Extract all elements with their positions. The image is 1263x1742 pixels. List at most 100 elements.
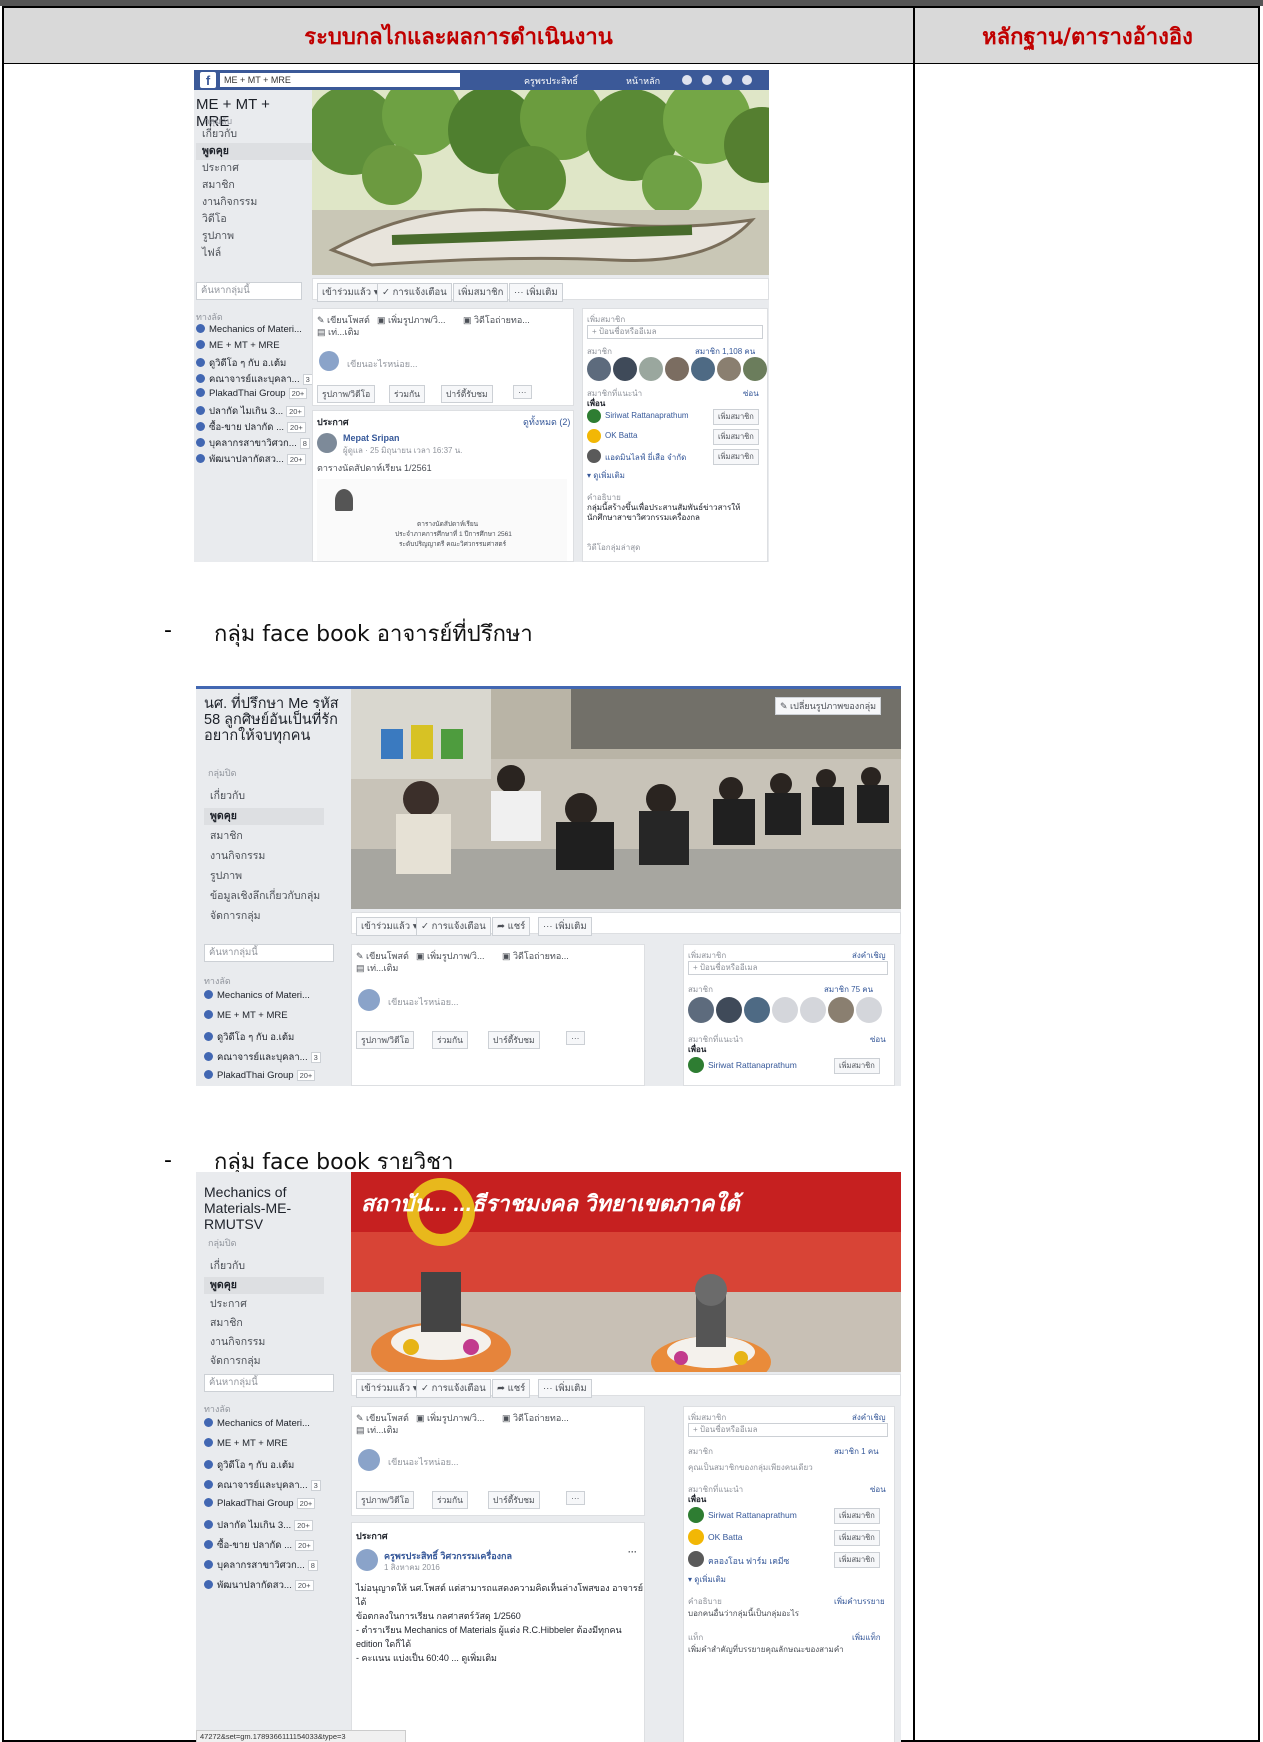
nav-item[interactable]: พูดคุย — [196, 143, 316, 160]
composer-input[interactable]: เขียนอะไรหน่อย... — [388, 1455, 459, 1469]
shortcut-item[interactable]: ดูวิดีโอ ๆ กับ อ.เต้ม — [196, 356, 286, 371]
joined-button[interactable]: เข้าร่วมแล้ว ▾ — [356, 1379, 423, 1398]
nav-item[interactable]: ประกาศ — [204, 1296, 324, 1313]
add-photo-tab[interactable]: ▣ เพิ่มรูปภาพ/วิ... — [416, 949, 484, 963]
see-more-link[interactable]: ▾ ดูเพิ่มเติม — [587, 469, 625, 482]
nav-item[interactable]: งานกิจกรรม — [204, 848, 324, 865]
more-tab[interactable]: ▤ เท่...เติม — [356, 1423, 398, 1437]
see-more-link[interactable]: ▾ ดูเพิ่มเติม — [688, 1573, 726, 1586]
member-avatar[interactable] — [744, 997, 770, 1023]
change-cover-button[interactable]: ✎ เปลี่ยนรูปภาพของกลุ่ม — [775, 697, 882, 715]
share-button[interactable]: ➦ แชร์ — [492, 1379, 531, 1398]
facebook-logo-icon[interactable]: f — [200, 72, 216, 88]
suggest-name[interactable]: OK Batta — [605, 431, 637, 440]
nav-item[interactable]: สมาชิก — [204, 1315, 324, 1332]
nav-item[interactable]: พูดคุย — [204, 1277, 324, 1294]
shortcut-item[interactable]: ซื้อ-ขาย ปลากัด ... 20+ — [204, 1538, 314, 1553]
suggest-name[interactable]: Siriwat Rattanaprathum — [605, 411, 689, 420]
shortcut-item[interactable]: ดูวิดีโอ ๆ กับ อ.เต้ม — [204, 1458, 294, 1473]
nav-item[interactable]: ข้อมูลเชิงลึกเกี่ยวกับกลุ่ม — [204, 888, 324, 905]
shortcut-item[interactable]: Mechanics of Materi... — [204, 1418, 310, 1429]
nav-item[interactable]: เกี่ยวกับ — [196, 126, 316, 143]
hide-link[interactable]: ซ่อน — [870, 1483, 886, 1496]
tag-together-button[interactable]: ร่วมกัน — [389, 385, 425, 403]
photo-video-button[interactable]: รูปภาพ/วิดีโอ — [317, 385, 376, 403]
add-photo-tab[interactable]: ▣ เพิ่มรูปภาพ/วิ... — [416, 1411, 484, 1425]
add-photo-tab[interactable]: ▣ เพิ่มรูปภาพ/วิ... — [377, 313, 445, 327]
photo-video-button[interactable]: รูปภาพ/วิดีโอ — [356, 1491, 415, 1509]
member-avatar[interactable] — [800, 997, 826, 1023]
more-tab[interactable]: ▤ เท่...เติม — [356, 961, 398, 975]
group-search-input[interactable]: ค้นหากลุ่มนี้ — [196, 282, 302, 300]
suggest-add-button[interactable]: เพิ่มสมาชิก — [834, 1552, 880, 1568]
shortcut-item[interactable]: Mechanics of Materi... — [196, 324, 302, 335]
shortcut-item[interactable]: ME + MT + MRE — [204, 1010, 288, 1021]
suggest-add-button[interactable]: เพิ่มสมาชิก — [834, 1508, 880, 1524]
add-description-link[interactable]: เพิ่มคำบรรยาย — [834, 1595, 885, 1608]
member-avatar[interactable] — [587, 357, 611, 381]
live-video-tab[interactable]: ▣ วิดีโอถ่ายทอ... — [463, 313, 530, 327]
live-video-tab[interactable]: ▣ วิดีโอถ่ายทอ... — [502, 1411, 569, 1425]
member-avatar[interactable] — [856, 997, 882, 1023]
see-all-link[interactable]: ดูทั้งหมด (2) — [523, 415, 570, 429]
fb-user-name[interactable]: ครูพรประสิทธิ์ — [524, 74, 578, 88]
post-author[interactable]: Mepat Sripan — [343, 433, 400, 443]
watch-party-button[interactable]: ปาร์ตี้รับชม — [488, 1491, 540, 1509]
shortcut-item[interactable]: PlakadThai Group 20+ — [204, 1070, 316, 1081]
friend-requests-icon[interactable] — [682, 75, 692, 85]
notifications-button[interactable]: ✓ การแจ้งเตือน — [416, 917, 491, 936]
shortcut-item[interactable]: ปลากัด ไมเกิน 3... 20+ — [196, 404, 305, 419]
joined-button[interactable]: เข้าร่วมแล้ว ▾ — [317, 283, 384, 302]
suggest-add-button[interactable]: เพิ่มสมาชิก — [834, 1058, 880, 1074]
more-tab[interactable]: ▤ เท่...เติม — [317, 325, 359, 339]
nav-item[interactable]: งานกิจกรรม — [204, 1334, 324, 1351]
nav-item[interactable]: งานกิจกรรม — [196, 194, 316, 211]
member-avatar[interactable] — [743, 357, 767, 381]
suggest-add-button[interactable]: เพิ่มสมาชิก — [834, 1530, 880, 1546]
nav-item[interactable]: จัดการกลุ่ม — [204, 1353, 324, 1370]
shortcut-item[interactable]: พัฒนาปลากัดสว... 20+ — [196, 452, 306, 467]
member-avatar[interactable] — [665, 357, 689, 381]
messages-icon[interactable] — [702, 75, 712, 85]
post-options-icon[interactable]: ··· — [628, 1547, 637, 1557]
fb-search-input[interactable]: ME + MT + MRE — [220, 73, 460, 87]
member-avatar[interactable] — [691, 357, 715, 381]
add-members-input[interactable]: + ป้อนชื่อหรืออีเมล — [688, 1423, 888, 1437]
notifications-icon[interactable] — [722, 75, 732, 85]
more-button[interactable]: ··· เพิ่มเติม — [538, 917, 592, 936]
shortcut-item[interactable]: บุคลากรสาขาวิศวก... 8 — [196, 436, 310, 451]
share-button[interactable]: ➦ แชร์ — [492, 917, 531, 936]
hide-link[interactable]: ซ่อน — [743, 387, 759, 400]
shortcut-item[interactable]: ME + MT + MRE — [204, 1438, 288, 1449]
watch-party-button[interactable]: ปาร์ตี้รับชม — [441, 385, 493, 403]
suggest-name[interactable]: Siriwat Rattanaprathum — [708, 1060, 797, 1070]
add-members-input[interactable]: + ป้อนชื่อหรืออีเมล — [587, 325, 763, 339]
nav-item[interactable]: รูปภาพ — [196, 228, 316, 245]
add-tags-link[interactable]: เพิ่มแท็ก — [852, 1631, 881, 1644]
add-members-input[interactable]: + ป้อนชื่อหรืออีเมล — [688, 961, 888, 975]
more-options-button[interactable]: ··· — [566, 1031, 585, 1045]
nav-item[interactable]: ประกาศ — [196, 160, 316, 177]
notifications-button[interactable]: ✓ การแจ้งเตือน — [416, 1379, 491, 1398]
tag-together-button[interactable]: ร่วมกัน — [432, 1491, 468, 1509]
more-options-button[interactable]: ··· — [513, 385, 532, 399]
nav-item[interactable]: รูปภาพ — [204, 868, 324, 885]
shortcut-item[interactable]: ดูวิดีโอ ๆ กับ อ.เต้ม — [204, 1030, 294, 1045]
shortcut-item[interactable]: บุคลากรสาขาวิศวก... 8 — [204, 1558, 318, 1573]
nav-item[interactable]: ไฟล์ — [196, 245, 316, 262]
joined-button[interactable]: เข้าร่วมแล้ว ▾ — [356, 917, 423, 936]
more-button[interactable]: ··· เพิ่มเติม — [509, 283, 563, 302]
shortcut-item[interactable]: PlakadThai Group 20+ — [196, 388, 308, 399]
member-avatar[interactable] — [828, 997, 854, 1023]
shortcut-item[interactable]: คณาจารย์และบุคลา... 3 — [196, 372, 313, 387]
nav-item[interactable]: เกี่ยวกับ — [204, 788, 324, 805]
nav-item[interactable]: พูดคุย — [204, 808, 324, 825]
shortcut-item[interactable]: คณาจารย์และบุคลา... 3 — [204, 1478, 321, 1493]
group-search-input[interactable]: ค้นหากลุ่มนี้ — [204, 1374, 334, 1392]
composer-input[interactable]: เขียนอะไรหน่อย... — [388, 995, 459, 1009]
shortcut-item[interactable]: Mechanics of Materi... — [204, 990, 310, 1001]
add-member-button[interactable]: เพิ่มสมาชิก — [453, 283, 509, 302]
members-count-link[interactable]: สมาชิก 75 คน — [824, 983, 873, 996]
help-icon[interactable] — [742, 75, 752, 85]
nav-item[interactable]: วิดีโอ — [196, 211, 316, 228]
